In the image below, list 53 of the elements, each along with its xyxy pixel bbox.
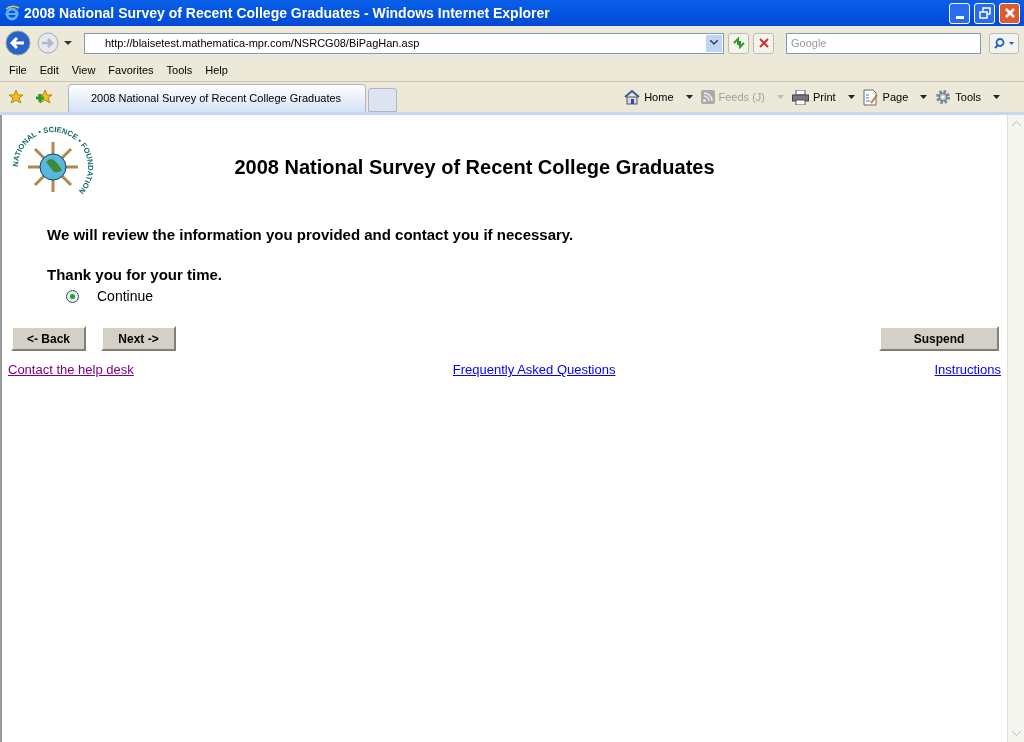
dropdown-icon[interactable] <box>64 40 72 46</box>
nav-button[interactable]: Suspend <box>879 326 999 351</box>
window-title: 2008 National Survey of Recent College Graduates - Windows Internet Explorer <box>24 3 551 23</box>
printer-icon <box>792 89 809 105</box>
page-icon <box>862 88 879 106</box>
caret-icon <box>1009 41 1014 45</box>
address-field[interactable]: http://blaisetest.mathematica-mpr.com/NSRCG08/BiPagHan.asp <box>84 32 724 54</box>
house-icon <box>624 89 641 105</box>
caret-icon[interactable] <box>993 95 1000 99</box>
menu-item[interactable]: Favorites <box>103 62 159 79</box>
page-heading: 2008 National Survey of Recent College Graduates <box>233 154 716 180</box>
refresh-button[interactable] <box>728 32 749 54</box>
menu-item[interactable]: View <box>66 62 101 79</box>
link[interactable]: Instructions <box>934 360 1001 380</box>
caret-icon[interactable] <box>685 95 693 99</box>
link[interactable]: Contact the help desk <box>8 360 134 380</box>
back-icon[interactable] <box>4 29 32 57</box>
option-label[interactable]: Continue <box>97 286 154 307</box>
stop-button[interactable] <box>753 32 774 54</box>
toolbar-button[interactable]: Tools <box>935 88 981 106</box>
close-icon <box>1003 7 1016 19</box>
thank-you-message: Thank you for your time. <box>47 264 224 285</box>
minimize-button[interactable] <box>949 2 970 24</box>
radio-button[interactable] <box>66 290 79 303</box>
search-icon <box>994 37 1005 49</box>
star-plus-icon[interactable] <box>36 89 52 105</box>
caret-icon[interactable] <box>920 95 928 99</box>
toolbar-button[interactable]: Home <box>624 88 674 106</box>
toolbar-button[interactable]: Print <box>792 88 836 106</box>
nav-button[interactable]: <- Back <box>11 326 86 351</box>
star-icon[interactable] <box>8 89 24 105</box>
search-field[interactable]: Google <box>786 32 981 54</box>
browser-logo-icon <box>4 5 20 21</box>
address-dropdown-button[interactable] <box>706 34 722 52</box>
close-button[interactable] <box>999 2 1020 24</box>
chevron-down-icon <box>710 40 718 46</box>
feed-icon <box>700 90 715 104</box>
refresh-icon <box>731 37 746 49</box>
stop-icon <box>758 38 769 48</box>
menu-item[interactable]: Edit <box>34 62 64 79</box>
restore-icon <box>978 7 991 19</box>
nav-button[interactable]: Next -> <box>101 326 176 351</box>
search-button[interactable] <box>989 32 1019 54</box>
review-message: We will review the information you provided and contact you if necessary. <box>47 225 575 245</box>
caret-icon[interactable] <box>847 95 855 99</box>
gear-icon <box>935 89 952 105</box>
menu-item[interactable]: Tools <box>161 62 198 79</box>
browser-tab[interactable]: 2008 National Survey of Recent College Graduates <box>68 84 366 112</box>
menu-item[interactable]: File <box>4 62 32 79</box>
toolbar-button[interactable]: Page <box>862 88 909 106</box>
menu-item[interactable]: Help <box>200 62 233 79</box>
restore-button[interactable] <box>974 2 995 24</box>
link[interactable]: Frequently Asked Questions <box>452 360 616 380</box>
